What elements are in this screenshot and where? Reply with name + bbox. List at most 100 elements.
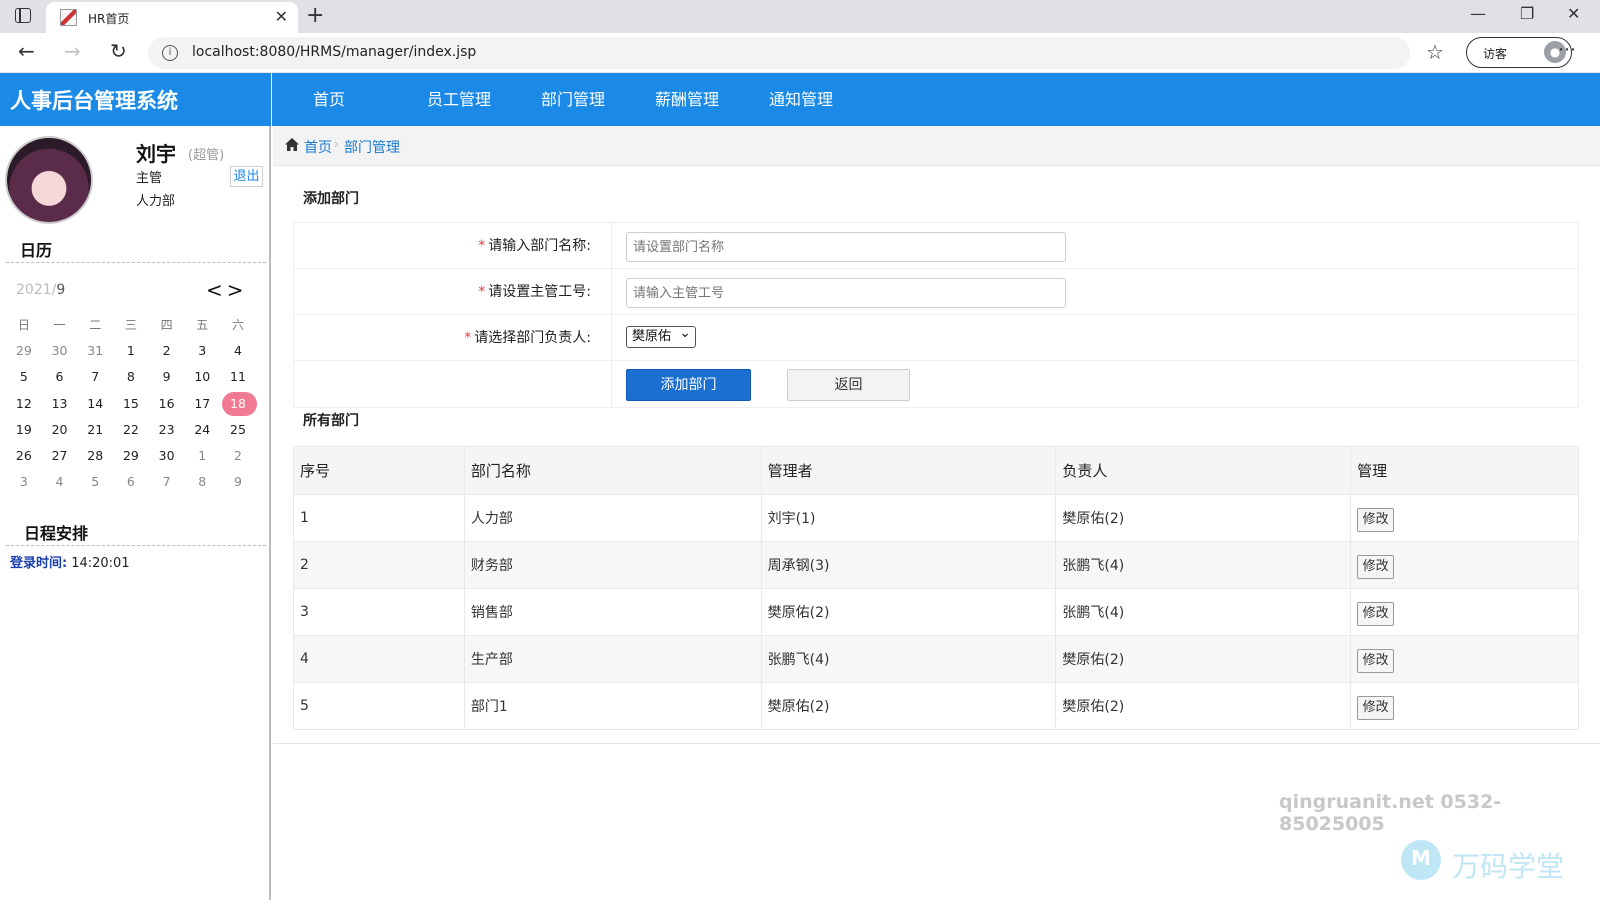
all-depts-title: 所有部门: [303, 413, 359, 429]
nav-employees[interactable]: 员工管理: [427, 73, 541, 126]
calendar-day[interactable]: 6: [42, 364, 78, 390]
calendar-day[interactable]: 2: [220, 443, 256, 469]
forward-icon[interactable]: →: [64, 39, 81, 63]
edit-button[interactable]: 修改: [1357, 555, 1395, 579]
calendar-day[interactable]: 29: [6, 338, 42, 364]
calendar-day[interactable]: 11: [220, 364, 256, 390]
logout-button[interactable]: 退出: [230, 166, 263, 187]
cell-no: 4: [293, 635, 465, 683]
plus-icon[interactable]: +: [306, 2, 324, 30]
back-icon[interactable]: ←: [18, 39, 35, 63]
restore-icon[interactable]: ❐: [1520, 4, 1534, 23]
calendar-day[interactable]: 5: [6, 364, 42, 390]
calendar-day[interactable]: 21: [77, 417, 113, 443]
required-icon: *: [478, 284, 486, 300]
calendar-today[interactable]: 18: [220, 391, 257, 417]
calendar-day[interactable]: 8: [113, 364, 149, 390]
calendar-day[interactable]: 30: [149, 443, 185, 469]
calendar-day[interactable]: 23: [149, 417, 185, 443]
nav-notices[interactable]: 通知管理: [769, 73, 883, 126]
back-button[interactable]: 返回: [787, 369, 910, 401]
calendar-day[interactable]: 4: [42, 469, 78, 495]
cell-action: 修改: [1350, 588, 1579, 636]
calendar-day[interactable]: 14: [77, 391, 113, 417]
calendar-day[interactable]: 27: [42, 443, 78, 469]
breadcrumb-home[interactable]: 首页: [304, 137, 332, 157]
weekday-label: 六: [231, 318, 244, 332]
calendar-day[interactable]: 29: [113, 443, 149, 469]
calendar-next-button[interactable]: >: [227, 278, 248, 302]
close-icon[interactable]: ✕: [275, 7, 288, 26]
close-window-icon[interactable]: ✕: [1567, 4, 1580, 23]
breadcrumb-current[interactable]: 部门管理: [344, 137, 400, 157]
divider: [273, 743, 1600, 744]
refresh-icon[interactable]: ↻: [110, 39, 127, 63]
add-dept-button[interactable]: 添加部门: [626, 369, 751, 401]
edit-button[interactable]: 修改: [1357, 602, 1395, 626]
calendar-day[interactable]: 16: [149, 391, 185, 417]
calendar-day[interactable]: 9: [220, 469, 256, 495]
minimize-icon[interactable]: —: [1470, 4, 1486, 23]
calendar-day[interactable]: 28: [77, 443, 113, 469]
dept-name-input[interactable]: [626, 232, 1066, 262]
info-icon[interactable]: i: [162, 45, 178, 61]
calendar-day[interactable]: 6: [113, 469, 149, 495]
calendar-day[interactable]: 30: [42, 338, 78, 364]
calendar-day[interactable]: 22: [113, 417, 149, 443]
calendar-day[interactable]: 17: [184, 391, 220, 417]
calendar-day[interactable]: 12: [6, 391, 42, 417]
cell-no: 3: [293, 588, 465, 636]
calendar-day[interactable]: 25: [220, 417, 256, 443]
col-header-name: 部门名称: [463, 446, 762, 495]
calendar-day[interactable]: 2: [149, 338, 185, 364]
schedule-heading: 日程安排: [24, 524, 89, 543]
calendar-day[interactable]: 1: [184, 443, 220, 469]
edit-button[interactable]: 修改: [1357, 649, 1395, 673]
nav-salary[interactable]: 薪酬管理: [655, 73, 769, 126]
watermark-brand: 万码学堂: [1452, 850, 1565, 883]
calendar-day[interactable]: 7: [77, 364, 113, 390]
more-icon[interactable]: ⋯: [1558, 39, 1576, 60]
calendar-day[interactable]: 9: [149, 364, 185, 390]
edit-button[interactable]: 修改: [1357, 508, 1395, 532]
calendar-day[interactable]: 15: [113, 391, 149, 417]
calendar-day[interactable]: 3: [6, 469, 42, 495]
nav-home[interactable]: 首页: [313, 73, 427, 126]
sidebar-toggle-icon[interactable]: [15, 8, 31, 23]
calendar-prev-button[interactable]: <: [206, 278, 227, 302]
col-header-manager: 管理者: [760, 446, 1057, 495]
calendar-day[interactable]: 7: [149, 469, 185, 495]
cell-action: 修改: [1350, 494, 1579, 542]
profile-button[interactable]: 访客 ●: [1466, 37, 1572, 68]
calendar-day[interactable]: 13: [42, 391, 78, 417]
cell-manager: 张鹏飞(4): [760, 635, 1057, 683]
table-row: 5 部门1 樊原佑(2) 樊原佑(2) 修改: [293, 682, 1579, 730]
cell-no: 5: [293, 682, 465, 730]
weekday-label: 一: [53, 318, 66, 332]
calendar-day[interactable]: 4: [220, 338, 256, 364]
sidebar: 刘宇 (超管) 主管 人力部 退出 日历 2021/9 <> 日 一 二 三 四…: [0, 126, 271, 900]
nav-departments[interactable]: 部门管理: [541, 73, 655, 126]
favorites-icon[interactable]: ☆: [1426, 40, 1444, 64]
calendar-day[interactable]: 20: [42, 417, 78, 443]
manager-id-input[interactable]: [626, 278, 1066, 308]
calendar-day[interactable]: 8: [184, 469, 220, 495]
calendar-day[interactable]: 3: [184, 338, 220, 364]
calendar-day[interactable]: 5: [77, 469, 113, 495]
calendar-day[interactable]: 24: [184, 417, 220, 443]
cell-name: 生产部: [463, 635, 762, 683]
url-text: localhost:8080/HRMS/manager/index.jsp: [192, 44, 477, 60]
calendar-day[interactable]: 31: [77, 338, 113, 364]
calendar-heading: 日历: [20, 241, 53, 260]
calendar-day[interactable]: 10: [184, 364, 220, 390]
dept-head-select[interactable]: 樊原佑: [626, 323, 696, 348]
browser-tab[interactable]: HR首页 ✕: [46, 2, 298, 33]
weekday-label: 二: [89, 318, 102, 332]
calendar-day[interactable]: 1: [113, 338, 149, 364]
edit-button[interactable]: 修改: [1357, 696, 1395, 720]
calendar-day[interactable]: 19: [6, 417, 42, 443]
url-field[interactable]: i localhost:8080/HRMS/manager/index.jsp: [148, 37, 1410, 69]
dept-head-label: * 请选择部门负责人:: [294, 315, 612, 360]
calendar-day[interactable]: 26: [6, 443, 42, 469]
address-bar: ← → ↻ i localhost:8080/HRMS/manager/inde…: [0, 33, 1600, 73]
